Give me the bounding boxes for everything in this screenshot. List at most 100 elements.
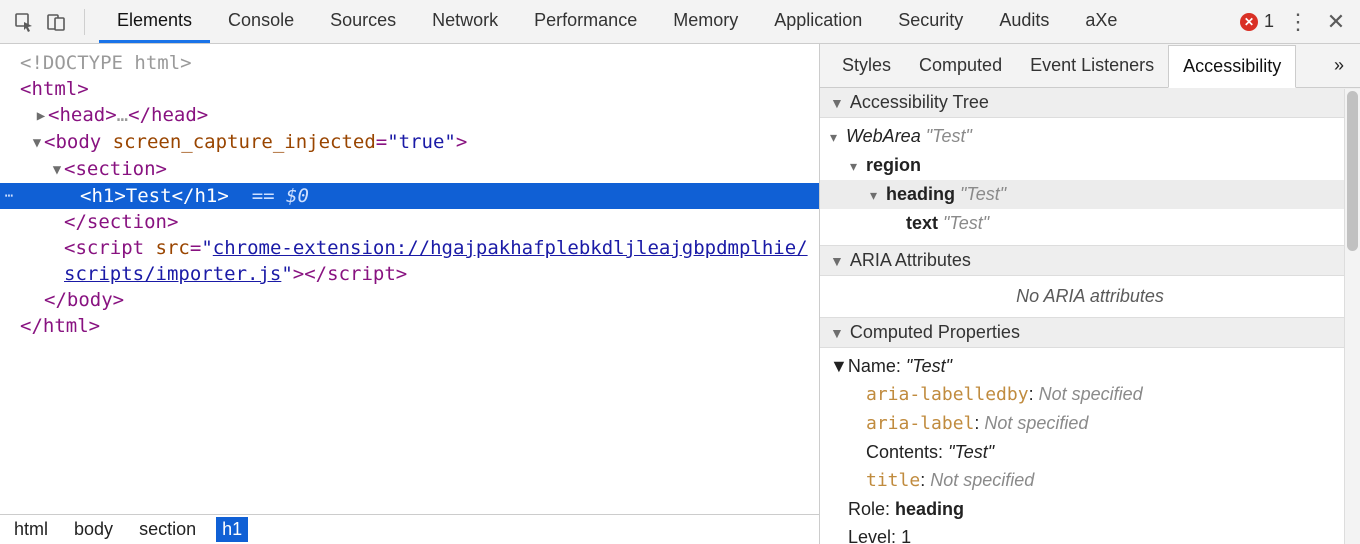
section-accessibility-tree[interactable]: ▼ Accessibility Tree [820, 88, 1360, 118]
device-toggle-icon[interactable] [42, 8, 70, 36]
tab-label: Styles [842, 55, 891, 76]
dom-node-section[interactable]: ▼<section> [0, 156, 819, 183]
tab-elements[interactable]: Elements [99, 0, 210, 43]
collapse-icon[interactable]: ▾ [850, 152, 866, 180]
dom-tree[interactable]: <!DOCTYPE html> <html> ▶<head>…</head> ▼… [0, 44, 819, 514]
ax-role: text [906, 213, 938, 233]
prop-aria-label: aria-label: Not specified [830, 409, 1350, 438]
side-tab-styles[interactable]: Styles [828, 44, 905, 87]
ax-role: WebArea [846, 126, 921, 146]
collapse-icon[interactable]: ▾ [870, 181, 886, 209]
collapse-icon[interactable]: ▾ [830, 123, 846, 151]
collapse-icon[interactable]: ▼ [50, 157, 64, 183]
dom-node-body-close[interactable]: </body> [0, 287, 819, 313]
dom-node-script[interactable]: <script src="chrome-extension://hgajpakh… [0, 235, 819, 261]
tag-name: script [327, 263, 396, 285]
doctype-text: <!DOCTYPE html> [20, 52, 192, 74]
ax-node-text[interactable]: text "Test" [830, 209, 1350, 237]
ax-node-heading-selected[interactable]: ▾heading "Test" [820, 180, 1360, 209]
error-badge[interactable]: ✕ 1 [1240, 11, 1274, 32]
ax-node-region[interactable]: ▾region [830, 151, 1350, 180]
kebab-menu-icon[interactable]: ⋮ [1284, 8, 1312, 36]
tag-name: html [43, 315, 89, 337]
prop-role: Role: heading [830, 495, 1350, 523]
tab-label: Application [774, 10, 862, 31]
tab-label: Sources [330, 10, 396, 31]
side-tab-computed[interactable]: Computed [905, 44, 1016, 87]
dom-node-script-cont[interactable]: scripts/importer.js"></script> [0, 261, 819, 287]
side-tab-event-listeners[interactable]: Event Listeners [1016, 44, 1168, 87]
tab-application[interactable]: Application [756, 0, 880, 43]
dom-node-h1-selected[interactable]: ⋯ <h1>Test</h1> == $0 [0, 183, 819, 209]
breadcrumb-html[interactable]: html [8, 517, 54, 542]
tag-name: script [75, 237, 144, 259]
expand-icon[interactable]: ▶ [34, 103, 48, 129]
section-aria-attributes[interactable]: ▼ ARIA Attributes [820, 245, 1360, 276]
dom-node-html-close[interactable]: </html> [0, 313, 819, 339]
tag-name: head [151, 104, 197, 126]
tab-label: Accessibility [1183, 56, 1281, 77]
tab-label: Computed [919, 55, 1002, 76]
prop-value: heading [895, 499, 964, 519]
prop-name[interactable]: ▼Name: "Test" [830, 352, 1350, 380]
prop-value: 1 [901, 527, 911, 544]
tab-axe[interactable]: aXe [1067, 0, 1135, 43]
tab-memory[interactable]: Memory [655, 0, 756, 43]
prop-key: aria-labelledby [866, 384, 1029, 405]
scroll-thumb[interactable] [1347, 91, 1358, 251]
tab-audits[interactable]: Audits [981, 0, 1067, 43]
tab-label: aXe [1085, 10, 1117, 31]
section-title: ARIA Attributes [850, 250, 971, 271]
prop-value: Not specified [930, 470, 1034, 490]
collapse-icon[interactable]: ▼ [830, 253, 844, 269]
collapse-icon[interactable]: ▼ [830, 325, 844, 341]
dom-node-head[interactable]: ▶<head>…</head> [0, 102, 819, 129]
toolbar-right: ✕ 1 ⋮ ✕ [1240, 8, 1354, 36]
tab-security[interactable]: Security [880, 0, 981, 43]
close-icon[interactable]: ✕ [1322, 8, 1350, 36]
tag-name: head [59, 104, 105, 126]
breadcrumb-h1[interactable]: h1 [216, 517, 248, 542]
breadcrumbs: html body section h1 [0, 514, 819, 544]
prop-value: "Test" [906, 356, 952, 376]
scrollbar[interactable] [1344, 89, 1360, 544]
panel-tabs: Elements Console Sources Network Perform… [99, 0, 1135, 43]
dom-node-html-open[interactable]: <html> [0, 76, 819, 102]
tag-name: section [75, 158, 155, 180]
script-src-part1[interactable]: chrome-extension://hgajpakhafplebkdljlea… [213, 237, 808, 259]
selection-hint: == $0 [252, 185, 309, 207]
dom-node-section-close[interactable]: </section> [0, 209, 819, 235]
prop-contents: Contents: "Test" [830, 438, 1350, 466]
tab-console[interactable]: Console [210, 0, 312, 43]
breadcrumb-body[interactable]: body [68, 517, 119, 542]
tab-label: Network [432, 10, 498, 31]
prop-key: Contents: [866, 442, 943, 462]
computed-properties: ▼Name: "Test" aria-labelledby: Not speci… [820, 348, 1360, 544]
breadcrumb-section[interactable]: section [133, 517, 202, 542]
prop-value: "Test" [948, 442, 994, 462]
tab-network[interactable]: Network [414, 0, 516, 43]
collapse-icon[interactable]: ▼ [830, 95, 844, 111]
tab-label: Memory [673, 10, 738, 31]
prop-key: aria-label [866, 413, 974, 434]
dom-node-doctype[interactable]: <!DOCTYPE html> [0, 50, 819, 76]
inspect-icon[interactable] [10, 8, 38, 36]
collapse-icon[interactable]: ▼ [830, 356, 848, 376]
dom-node-body[interactable]: ▼<body screen_capture_injected="true"> [0, 129, 819, 156]
side-tabs: Styles Computed Event Listeners Accessib… [820, 44, 1360, 88]
overflow-icon[interactable]: » [1326, 55, 1352, 76]
side-tab-accessibility[interactable]: Accessibility [1168, 45, 1296, 88]
tab-performance[interactable]: Performance [516, 0, 655, 43]
ax-name: "Test" [943, 213, 989, 233]
ax-node-webarea[interactable]: ▾WebArea "Test" [830, 122, 1350, 151]
script-src-part2[interactable]: scripts/importer.js [64, 263, 281, 285]
node-text: Test [126, 185, 172, 207]
tab-sources[interactable]: Sources [312, 0, 414, 43]
main-area: <!DOCTYPE html> <html> ▶<head>…</head> ▼… [0, 44, 1360, 544]
section-computed-properties[interactable]: ▼ Computed Properties [820, 317, 1360, 348]
collapse-icon[interactable]: ▼ [30, 130, 44, 156]
error-count: 1 [1264, 11, 1274, 32]
devtools-toolbar: Elements Console Sources Network Perform… [0, 0, 1360, 44]
tag-name: html [31, 78, 77, 100]
gutter-dots: ⋯ [0, 183, 18, 209]
